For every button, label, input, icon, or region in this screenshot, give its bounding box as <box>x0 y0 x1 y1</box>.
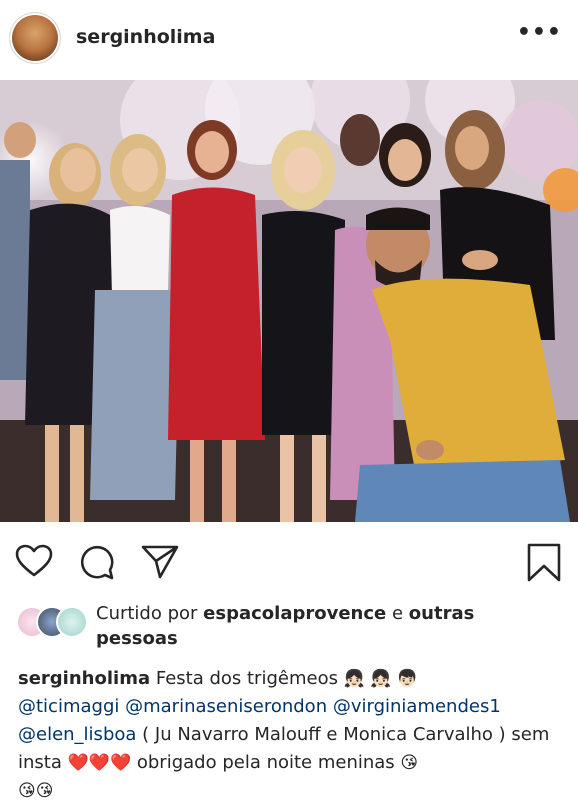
bookmark-icon <box>527 543 561 582</box>
liker-username[interactable]: espacolaprovence <box>203 603 386 624</box>
save-button[interactable] <box>524 542 564 582</box>
liker-avatar[interactable] <box>56 606 88 638</box>
mention-link[interactable]: @elen_lisboa <box>18 724 136 745</box>
comment-icon <box>80 545 114 580</box>
group-photo-illustration <box>0 80 578 522</box>
heart-icon <box>15 544 53 577</box>
share-button[interactable] <box>140 542 180 582</box>
comment-button[interactable] <box>77 542 117 582</box>
likes-prefix: Curtido por <box>96 603 198 624</box>
likes-summary: Curtido por espacolaprovence e outras pe… <box>0 597 578 657</box>
caption-emoji: 👧🏻 👧🏻 👦🏻 <box>343 669 419 689</box>
mention-link[interactable]: @virginiamendes1 <box>333 696 501 717</box>
likes-joiner: e <box>391 603 404 624</box>
likes-text: Curtido por espacolaprovence e outras pe… <box>96 601 556 651</box>
caption-emoji: 😘😘 <box>18 781 54 801</box>
liker-avatars[interactable] <box>16 606 88 638</box>
post-photo[interactable] <box>0 80 578 522</box>
send-icon <box>141 545 179 579</box>
caption-emoji: ❤️❤️❤️ <box>67 753 132 773</box>
caption-text: Festa dos trigêmeos <box>155 668 338 689</box>
mention-link[interactable]: @ticimaggi <box>18 696 119 717</box>
post-actions-bar <box>0 530 578 590</box>
caption-author[interactable]: serginholima <box>18 668 150 689</box>
post-username[interactable]: serginholima <box>76 26 215 48</box>
profile-avatar[interactable] <box>10 13 60 63</box>
post-header: serginholima ••• <box>0 0 578 76</box>
caption-emoji: 😘 <box>400 753 419 773</box>
more-options-icon[interactable]: ••• <box>517 22 562 44</box>
caption-text: obrigado pela noite meninas <box>136 752 395 773</box>
mention-link[interactable]: @marinaseniserondon <box>125 696 327 717</box>
like-button[interactable] <box>14 542 54 582</box>
post-caption: serginholima Festa dos trigêmeos 👧🏻 👧🏻 👦… <box>18 665 566 805</box>
